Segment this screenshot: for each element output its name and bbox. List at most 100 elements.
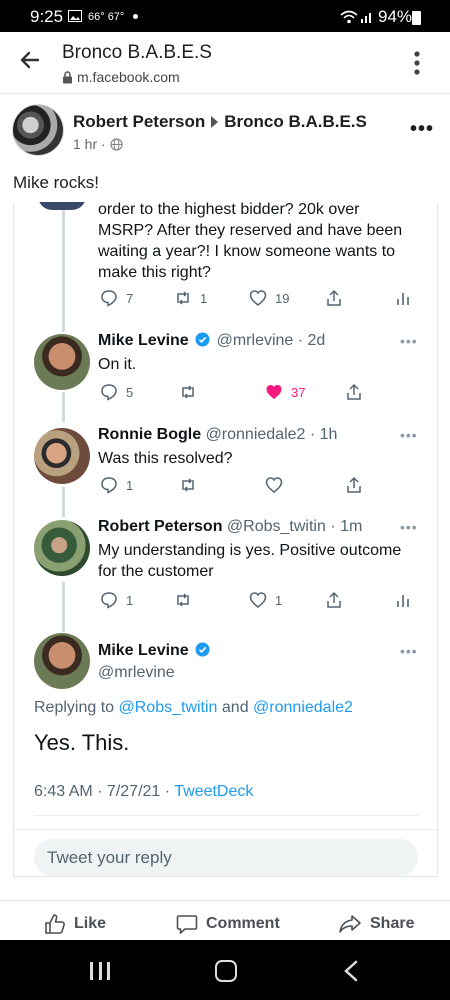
share-button[interactable] <box>345 476 363 494</box>
analytics-icon <box>397 293 409 305</box>
like-button[interactable]: 1 <box>249 591 282 609</box>
heart-filled-icon <box>266 385 282 399</box>
reply-icon <box>101 592 117 609</box>
tweet-header: Ronnie Bogle @ronniedale2 · 1h <box>98 426 337 444</box>
like-button[interactable] <box>265 476 283 494</box>
retweet-icon <box>182 385 194 399</box>
analytics-icon <box>397 595 409 607</box>
back-arrow-icon[interactable] <box>18 48 42 72</box>
timestamp-text: 6:43 AM · 7/27/21 · <box>34 783 175 800</box>
tweet-top-actions: 7 1 19 <box>14 289 437 309</box>
retweet-button[interactable] <box>179 476 197 494</box>
author-avatar[interactable] <box>12 104 64 156</box>
tweet-reply-input[interactable]: Tweet your reply <box>34 839 418 876</box>
home-icon[interactable] <box>215 960 237 982</box>
reply-count: 1 <box>126 477 134 493</box>
replying-to-and: and <box>217 699 254 716</box>
retweet-button[interactable]: 1 <box>174 289 207 307</box>
main-tweet-handle: @mrlevine <box>98 664 175 682</box>
main-tweet-text: Yes. This. <box>34 730 130 755</box>
recent-apps-icon[interactable] <box>90 962 110 980</box>
tweet-actions: 1 <box>14 476 437 496</box>
reply-button[interactable]: 1 <box>100 591 133 609</box>
like-count: 19 <box>275 290 290 306</box>
tweet-author-name[interactable]: Robert Peterson <box>98 518 222 535</box>
retweet-button[interactable] <box>179 383 197 401</box>
share-icon <box>327 591 341 608</box>
reply-button[interactable]: 5 <box>100 383 133 401</box>
tweet-author-name[interactable]: Mike Levine <box>98 642 189 659</box>
tweet-actions: 1 1 <box>14 591 437 611</box>
share-button[interactable] <box>345 383 363 401</box>
share-button[interactable] <box>325 591 343 609</box>
comment-button[interactable]: Comment <box>176 913 280 935</box>
tweet-handle: @ronniedale2 · 1h <box>205 426 338 443</box>
tweet-more-icon[interactable]: ••• <box>400 427 418 443</box>
tweet-header: Mike Levine @mrlevine · 2d <box>98 332 325 350</box>
tweet-source-link[interactable]: TweetDeck <box>174 783 253 800</box>
share-button[interactable] <box>325 289 343 307</box>
status-dot <box>133 14 138 19</box>
tweet-text-line: My understanding is yes. Positive outcom… <box>98 542 402 559</box>
battery-percent: 94% <box>378 7 413 26</box>
mention-link[interactable]: @Robs_twitin <box>119 699 218 716</box>
post-time[interactable]: 1 hr · <box>73 136 106 152</box>
retweet-count: 1 <box>200 290 208 306</box>
tweet-avatar[interactable] <box>34 633 90 689</box>
tweet-more-icon[interactable]: ••• <box>400 519 418 535</box>
replying-to: Replying to @Robs_twitin and @ronniedale… <box>34 699 353 717</box>
retweet-icon <box>177 291 189 305</box>
url-text: m.facebook.com <box>77 69 180 85</box>
retweet-button[interactable] <box>174 591 192 609</box>
status-time: 9:25 <box>30 7 64 26</box>
verified-badge-icon <box>195 332 210 347</box>
post-group[interactable]: Bronco B.A.B.E.S <box>224 112 367 132</box>
like-button[interactable]: 37 <box>265 383 305 401</box>
tweet-top-text: order to the highest bidder? 20k over MS… <box>98 202 402 283</box>
tweet-avatar[interactable] <box>34 520 90 576</box>
reply-count: 7 <box>126 290 134 306</box>
like-button[interactable]: Like <box>44 913 106 935</box>
tweet-author-name[interactable]: Ronnie Bogle <box>98 426 201 443</box>
tweet-screenshot[interactable]: order to the highest bidder? 20k over MS… <box>13 202 438 877</box>
share-icon <box>347 383 361 400</box>
share-arrow-icon <box>339 915 361 933</box>
share-icon <box>347 476 361 493</box>
arrow-right-icon <box>211 116 219 128</box>
retweet-icon <box>177 593 189 607</box>
tweet-more-icon[interactable]: ••• <box>400 333 418 349</box>
nav-back-icon[interactable] <box>343 960 359 982</box>
post-actions-bar: Like Comment Share <box>0 900 450 940</box>
reply-button[interactable]: 7 <box>100 289 133 307</box>
tweet-top-line: order to the highest bidder? 20k over <box>98 202 360 218</box>
tweet-text-line: for the customer <box>98 563 214 580</box>
more-options-icon[interactable] <box>410 50 424 76</box>
globe-icon <box>110 137 123 151</box>
comment-label: Comment <box>206 915 280 932</box>
tweet-avatar[interactable] <box>34 334 90 390</box>
like-button[interactable]: 19 <box>249 289 289 307</box>
replying-to-label: Replying to <box>34 699 119 716</box>
mention-link[interactable]: @ronniedale2 <box>253 699 353 716</box>
post-author[interactable]: Robert Peterson <box>73 112 205 132</box>
tweet-handle: @mrlevine <box>98 664 175 681</box>
system-nav-bar <box>0 940 450 1000</box>
analytics-button[interactable] <box>394 289 412 307</box>
post-more-icon[interactable]: ••• <box>410 118 434 141</box>
tweet-top-line: make this right? <box>98 264 211 281</box>
divider <box>14 829 437 830</box>
reply-icon <box>101 477 117 494</box>
tweet-more-icon[interactable]: ••• <box>400 643 418 659</box>
tweet-author-name[interactable]: Mike Levine <box>98 332 189 349</box>
tweet-timestamp: 6:43 AM · 7/27/21 · TweetDeck <box>34 783 253 801</box>
tweet-text: My understanding is yes. Positive outcom… <box>98 540 401 582</box>
signal-icon <box>361 13 371 23</box>
reply-button[interactable]: 1 <box>100 476 133 494</box>
share-post-button[interactable]: Share <box>338 913 414 935</box>
heart-icon <box>265 477 283 493</box>
reply-count: 5 <box>126 384 134 400</box>
analytics-button[interactable] <box>394 591 412 609</box>
image-notification-icon <box>68 10 82 22</box>
tweet-top-line: MSRP? After they reserved and have been <box>98 222 403 239</box>
post-meta: 1 hr · <box>73 136 123 152</box>
